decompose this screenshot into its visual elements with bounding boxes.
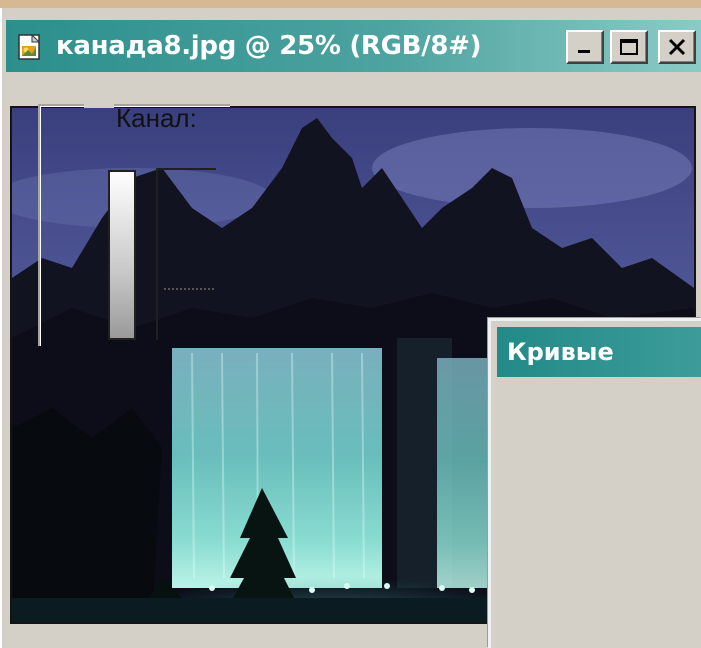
- close-icon: [668, 38, 686, 56]
- document-titlebar[interactable]: канада8.jpg @ 25% (RGB/8#): [6, 20, 701, 72]
- curves-title: Кривые: [507, 338, 614, 366]
- groupbox-gap: [84, 102, 114, 108]
- minimize-icon: [578, 50, 590, 53]
- output-gradient-bar: [108, 170, 136, 340]
- curves-titlebar[interactable]: Кривые: [497, 327, 701, 377]
- document-title: канада8.jpg @ 25% (RGB/8#): [56, 31, 482, 61]
- minimize-button[interactable]: [566, 30, 604, 64]
- maximize-icon: [620, 39, 638, 55]
- curve-graph[interactable]: [156, 168, 216, 340]
- maximize-button[interactable]: [610, 30, 648, 64]
- channel-label: Канал:: [116, 103, 197, 133]
- curve-grid-line: [164, 288, 214, 290]
- photoshop-document-icon: [18, 33, 41, 60]
- curves-dialog: Кривые: [488, 318, 701, 648]
- close-button[interactable]: [658, 30, 696, 64]
- desktop-strip: [0, 0, 701, 8]
